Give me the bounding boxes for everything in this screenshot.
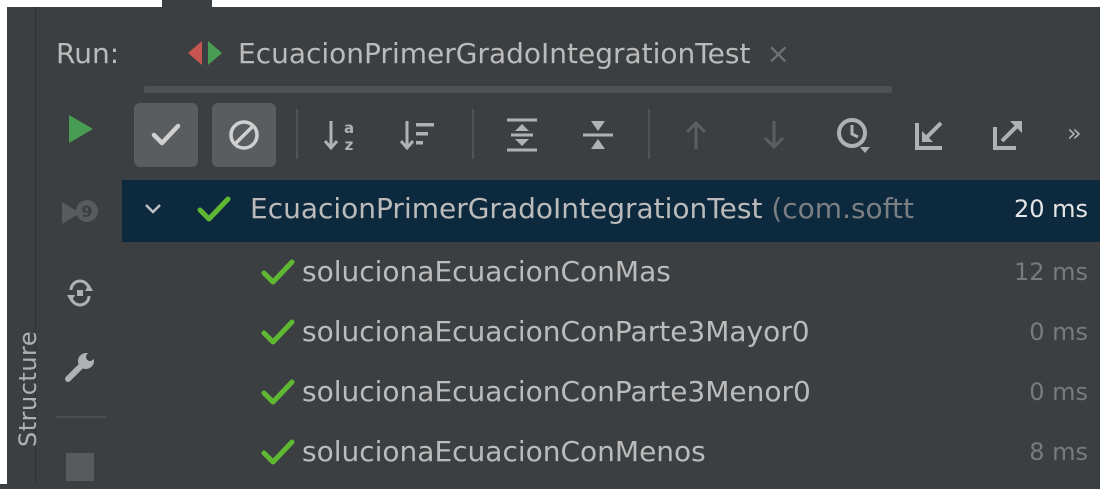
run-label: Run: <box>56 37 120 70</box>
test-duration: 12 ms <box>1013 258 1088 286</box>
sort-alpha-icon: a z <box>323 119 354 154</box>
rerun-failed-button[interactable]: 9 <box>58 190 102 234</box>
toolbar-separator <box>296 109 298 159</box>
toolbar-separator <box>648 109 650 159</box>
collapse-all-button[interactable] <box>566 103 630 167</box>
chevron-down-icon[interactable] <box>142 198 164 220</box>
import-tests-button[interactable] <box>898 103 962 167</box>
stop-icon <box>66 453 94 481</box>
test-duration: 0 ms <box>1029 378 1088 406</box>
next-failed-button[interactable] <box>742 103 806 167</box>
show-ignored-button[interactable] <box>212 103 276 167</box>
auto-test-icon <box>67 279 93 307</box>
sort-duration-icon <box>399 121 434 151</box>
settings-button[interactable] <box>58 345 102 389</box>
passed-check-icon <box>261 259 295 285</box>
suite-package: (com.softt <box>771 192 915 225</box>
test-row[interactable]: solucionaEcuacionConParte3Mayor0 0 ms <box>122 303 1100 365</box>
collapse-all-icon <box>583 121 613 149</box>
test-results-tree: EcuacionPrimerGradoIntegrationTest (com.… <box>122 177 1100 484</box>
toggle-auto-test-button[interactable] <box>58 271 102 315</box>
previous-failed-button[interactable] <box>664 103 728 167</box>
test-config-icon <box>188 41 222 65</box>
passed-check-icon <box>261 319 295 345</box>
arrow-up-icon <box>685 120 707 149</box>
export-tests-button[interactable] <box>976 103 1040 167</box>
expand-all-icon <box>507 118 537 152</box>
import-icon <box>915 121 943 150</box>
top-edge <box>0 0 1100 7</box>
sort-alphabetically-button[interactable]: a z <box>310 103 374 167</box>
tab-underline <box>144 86 892 93</box>
run-config-tab[interactable]: EcuacionPrimerGradoIntegrationTest × <box>186 35 790 71</box>
wrench-icon <box>65 353 94 382</box>
svg-text:z: z <box>345 136 354 154</box>
test-row[interactable]: solucionaEcuacionConMenos 8 ms <box>122 423 1100 485</box>
run-panel-header: Run: EcuacionPrimerGradoIntegrationTest … <box>36 7 1100 95</box>
test-duration: 8 ms <box>1029 438 1088 466</box>
passed-check-icon <box>197 196 231 222</box>
rerun-button[interactable] <box>58 107 102 151</box>
sort-by-duration-button[interactable] <box>386 103 450 167</box>
check-icon <box>151 123 181 146</box>
toolbar-separator <box>472 109 474 159</box>
test-name: solucionaEcuacionConMenos <box>302 435 706 468</box>
more-actions-button[interactable]: » <box>1067 119 1082 147</box>
test-name: solucionaEcuacionConParte3Mayor0 <box>302 315 810 348</box>
test-suite-row[interactable]: EcuacionPrimerGradoIntegrationTest (com.… <box>122 180 1100 242</box>
rerun-failed-icon: 9 <box>62 200 98 224</box>
history-icon <box>837 118 870 153</box>
ignored-icon <box>229 120 259 150</box>
run-icon <box>69 115 93 143</box>
test-runner-toolbar: a z » <box>122 95 1100 177</box>
test-name: solucionaEcuacionConParte3Menor0 <box>302 375 811 408</box>
suite-duration: 20 ms <box>1013 195 1088 223</box>
left-edge <box>0 7 7 484</box>
suite-label-clip: EcuacionPrimerGradoIntegrationTest (com.… <box>250 192 992 232</box>
structure-tool-window-strip[interactable]: Structure <box>7 7 42 484</box>
test-name: solucionaEcuacionConMas <box>302 255 671 288</box>
svg-text:a: a <box>344 119 354 137</box>
arrow-down-icon <box>763 121 785 150</box>
test-duration: 0 ms <box>1029 318 1088 346</box>
suite-name: EcuacionPrimerGradoIntegrationTest <box>250 192 763 225</box>
left-toolbar: 9 <box>36 95 122 484</box>
expand-all-button[interactable] <box>490 103 554 167</box>
passed-check-icon <box>261 379 295 405</box>
close-icon[interactable]: × <box>766 37 789 70</box>
left-toolbar-separator <box>56 416 106 418</box>
tab-label: EcuacionPrimerGradoIntegrationTest <box>238 36 751 70</box>
show-passed-button[interactable] <box>134 103 198 167</box>
stop-button[interactable] <box>58 445 102 489</box>
suite-label: EcuacionPrimerGradoIntegrationTest (com.… <box>250 192 914 225</box>
test-row[interactable]: solucionaEcuacionConParte3Menor0 0 ms <box>122 363 1100 425</box>
export-icon <box>993 121 1022 150</box>
passed-check-icon <box>261 439 295 465</box>
test-history-button[interactable] <box>822 103 886 167</box>
test-row[interactable]: solucionaEcuacionConMas 12 ms <box>122 243 1100 305</box>
svg-text:9: 9 <box>81 202 92 221</box>
